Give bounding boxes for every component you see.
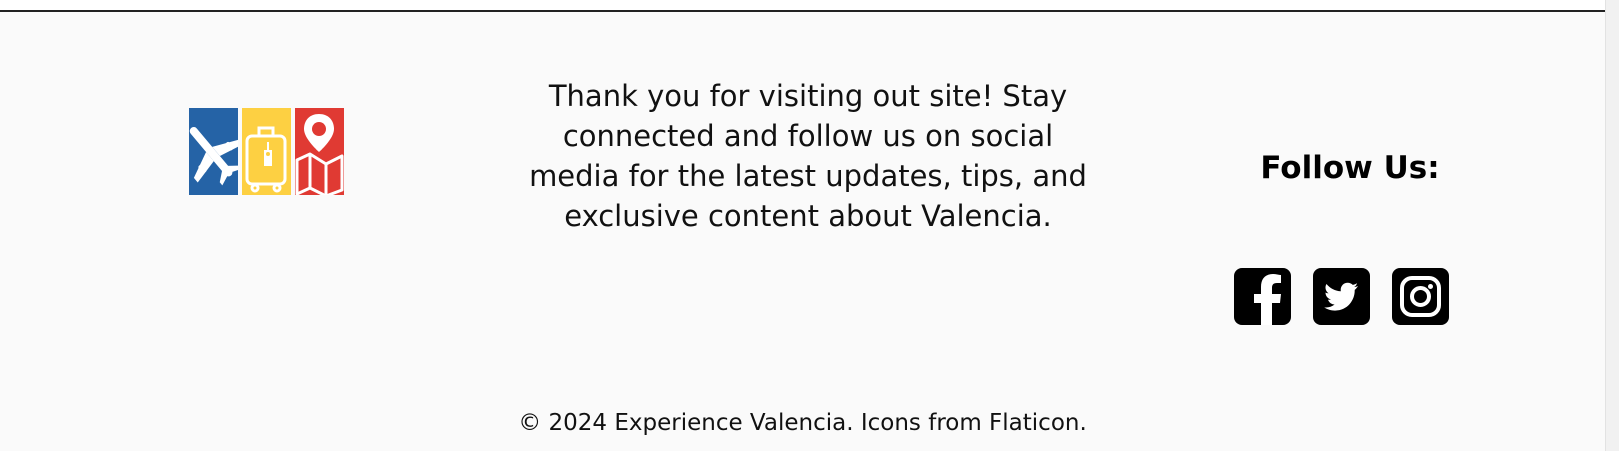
airplane-icon xyxy=(189,108,238,195)
logo[interactable] xyxy=(189,108,350,195)
footer-message: Thank you for visiting out site! Stay co… xyxy=(529,79,1087,233)
follow-us-heading: Follow Us: xyxy=(1260,150,1440,186)
logo-panel-map-pin xyxy=(295,108,344,195)
facebook-link[interactable] xyxy=(1234,268,1291,325)
site-footer: Thank you for visiting out site! Stay co… xyxy=(0,10,1605,451)
facebook-icon xyxy=(1234,268,1291,325)
scrollbar[interactable] xyxy=(1605,0,1619,451)
suitcase-icon xyxy=(242,108,291,195)
instagram-icon xyxy=(1392,268,1449,325)
twitter-link[interactable] xyxy=(1313,268,1370,325)
logo-panel-suitcase xyxy=(242,108,291,195)
copyright-text: © 2024 Experience Valencia. Icons from F… xyxy=(518,410,1087,436)
logo-panel-airplane xyxy=(189,108,238,195)
map-pin-icon xyxy=(295,108,344,195)
social-links xyxy=(1234,268,1449,325)
twitter-icon xyxy=(1313,268,1370,325)
instagram-link[interactable] xyxy=(1392,268,1449,325)
